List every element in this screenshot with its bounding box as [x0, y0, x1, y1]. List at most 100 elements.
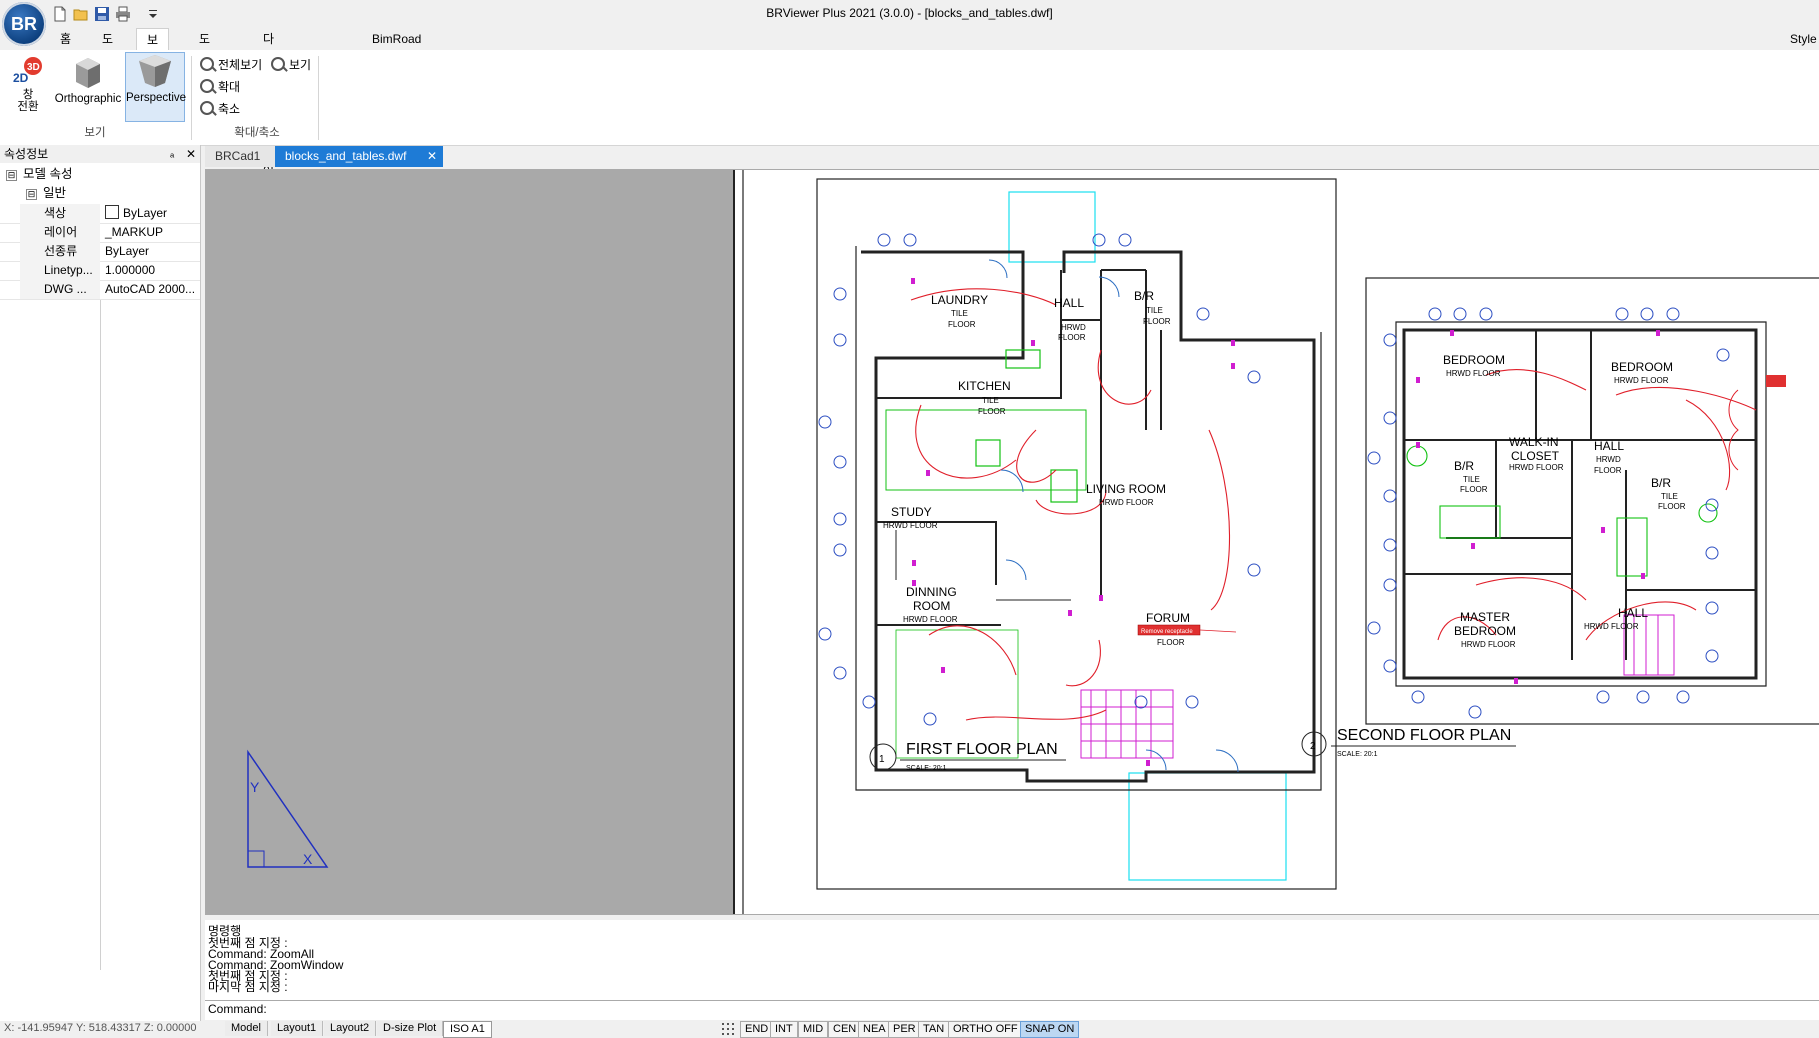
svg-text:BEDROOM: BEDROOM	[1454, 624, 1516, 638]
snap-end[interactable]: END	[740, 1021, 774, 1038]
property-row-dwg-version[interactable]: DWG ... AutoCAD 2000...	[0, 280, 200, 300]
svg-text:FLOOR: FLOOR	[1157, 638, 1185, 647]
second-floor-scale: SCALE: 20:1	[1337, 751, 1378, 758]
general-section[interactable]: ⊟ 일반	[0, 184, 226, 202]
svg-text:FLOOR: FLOOR	[1058, 333, 1086, 342]
zoom-all-button[interactable]: 전체보기	[200, 56, 262, 74]
coordinate-readout: X: -141.95947 Y: 518.43317 Z: 0.00000	[4, 1022, 197, 1034]
properties-panel: 속성정보 ₐ ✕ ⊟ 모델 속성 ⊟ 일반 색상 ByLayer 레이어 _MARK…	[0, 145, 201, 1021]
app-logo[interactable]: BR	[2, 2, 46, 46]
tab-tools[interactable]: 도구	[92, 28, 123, 68]
first-floor-title: FIRST FLOOR PLAN	[906, 741, 1058, 758]
zoom-out-button[interactable]: 축소	[200, 100, 240, 118]
property-row-layer[interactable]: 레이어 _MARKUP	[0, 223, 200, 243]
svg-text:FLOOR: FLOOR	[1143, 317, 1171, 326]
property-value[interactable]: AutoCAD 2000...	[101, 280, 199, 299]
badge-2d: 2D	[13, 71, 29, 85]
collapse-toggle-icon[interactable]: ⊟	[6, 170, 17, 181]
view-zoom-button[interactable]: 보기	[271, 56, 311, 74]
layout-tab-model[interactable]: Model	[225, 1021, 268, 1036]
grid-icon[interactable]	[720, 1021, 738, 1036]
property-row-linetype-scale[interactable]: Linetyp... 1.000000	[0, 261, 200, 281]
perspective-label: Perspective	[126, 92, 187, 104]
switch-label-1: 창	[22, 89, 34, 101]
room-dinning: DINNING	[906, 585, 957, 599]
property-row-color[interactable]: 색상 ByLayer	[0, 204, 200, 224]
svg-text:FLOOR: FLOOR	[1658, 502, 1686, 511]
snap-toggle[interactable]: SNAP ON	[1020, 1021, 1080, 1038]
orthographic-label: Orthographic	[54, 93, 122, 105]
window-title: BRViewer Plus 2021 (3.0.0) - [blocks_and…	[766, 6, 1053, 20]
close-tab-icon[interactable]: ✕	[427, 146, 437, 167]
property-row-linetype[interactable]: 선종류 ByLayer	[0, 242, 200, 262]
property-key: 선종류	[20, 242, 100, 261]
pin-icon[interactable]: ₐ	[170, 145, 174, 163]
svg-text:HRWD FLOOR: HRWD FLOOR	[1614, 376, 1669, 385]
first-floor-number: 1	[879, 754, 885, 765]
drawing-viewport[interactable]: Y X LAUNDRY HALL B/R KITCHEN LIVING ROOM…	[205, 169, 1819, 915]
svg-text:HRWD FLOOR: HRWD FLOOR	[1509, 463, 1564, 472]
zoom-in-button[interactable]: 확대	[200, 78, 240, 96]
view-zoom-icon	[271, 57, 285, 71]
ucs-x-label: X	[303, 851, 313, 867]
snap-nea[interactable]: NEA	[858, 1021, 891, 1038]
first-floor-plan: LAUNDRY HALL B/R KITCHEN LIVING ROOM STU…	[816, 178, 1337, 890]
collapse-toggle-icon[interactable]: ⊟	[26, 189, 37, 200]
general-section-label: 일반	[43, 186, 67, 200]
property-key: Linetyp...	[20, 261, 100, 280]
model-section[interactable]: ⊟ 모델 속성	[0, 165, 206, 183]
layout-tab-layout2[interactable]: Layout2	[324, 1021, 377, 1036]
tab-view[interactable]: 보기	[136, 28, 170, 69]
ribbon-separator	[191, 56, 192, 140]
room-hall-second: HALL	[1594, 439, 1624, 453]
snap-per[interactable]: PER	[888, 1021, 921, 1038]
property-value[interactable]: ByLayer	[101, 204, 199, 223]
ribbon-body: 3D 2D 창 전환 Orthographic Perspective 보기 전…	[0, 50, 1819, 146]
zoom-in-label: 확대	[218, 80, 241, 94]
snap-mid[interactable]: MID	[798, 1021, 829, 1038]
room-kitchen: KITCHEN	[958, 379, 1011, 393]
ortho-toggle[interactable]: ORTHO OFF	[948, 1021, 1023, 1038]
first-floor-scale: SCALE: 20:1	[906, 765, 947, 772]
second-floor-plan: BEDROOM BEDROOM WALK-IN CLOSET B/R HALL …	[1137, 277, 1819, 758]
svg-text:TILE: TILE	[1146, 306, 1163, 315]
model-section-label: 모델 속성	[23, 167, 73, 181]
svg-text:HRWD FLOOR: HRWD FLOOR	[1446, 369, 1501, 378]
perspective-button[interactable]: Perspective	[125, 52, 187, 122]
tab-home[interactable]: 홈	[50, 28, 81, 50]
command-input[interactable]: Command:	[205, 1000, 1819, 1018]
tab-bimroad[interactable]: BimRoad	[362, 28, 431, 50]
snap-cen[interactable]: CEN	[828, 1021, 862, 1038]
orthographic-button[interactable]: Orthographic	[52, 54, 124, 112]
property-value[interactable]: _MARKUP	[101, 223, 199, 242]
svg-text:HRWD FLOOR: HRWD FLOOR	[1099, 498, 1154, 507]
svg-text:HRWD FLOOR: HRWD FLOOR	[1584, 622, 1639, 631]
badge-3d: 3D	[27, 62, 40, 73]
property-key: 레이어	[20, 223, 100, 242]
tab-other-software[interactable]: 다른 소프트웨어	[253, 28, 284, 178]
markup-callout-2[interactable]	[1766, 375, 1786, 387]
property-value[interactable]: 1.000000	[101, 261, 199, 280]
tab-help[interactable]: 도움말	[189, 28, 220, 90]
svg-text:ROOM: ROOM	[913, 599, 950, 613]
markup-label: Remove receptacle	[1141, 629, 1193, 635]
view-switch-button[interactable]: 3D 2D 창 전환	[8, 56, 48, 122]
property-value[interactable]: ByLayer	[101, 242, 199, 261]
room-hall-second-2: HALL	[1618, 606, 1648, 620]
close-icon[interactable]: ✕	[186, 145, 196, 163]
style-label[interactable]: Style	[1790, 32, 1817, 46]
room-laundry: LAUNDRY	[931, 293, 988, 307]
2d-3d-switch-icon: 3D 2D	[13, 57, 42, 85]
layout-tab-layout1[interactable]: Layout1	[271, 1021, 324, 1036]
layout-tab-d-size-plot[interactable]: D-size Plot	[377, 1021, 444, 1036]
doc-tab-blocks-and-tables[interactable]: blocks_and_tables.dwf ✕	[275, 146, 443, 167]
zoom-group-label: 확대/축소	[234, 127, 280, 139]
snap-tan[interactable]: TAN	[918, 1021, 950, 1038]
property-key: 색상	[20, 204, 100, 223]
doc-tab-brcad1[interactable]: BRCad1	[205, 146, 277, 167]
cad-drawing[interactable]: Y X LAUNDRY HALL B/R KITCHEN LIVING ROOM…	[206, 170, 1819, 914]
zoom-in-icon	[200, 79, 214, 93]
layout-tab-iso-a1[interactable]: ISO A1	[443, 1021, 492, 1038]
svg-text:TILE: TILE	[1661, 492, 1678, 501]
snap-int[interactable]: INT	[770, 1021, 798, 1038]
